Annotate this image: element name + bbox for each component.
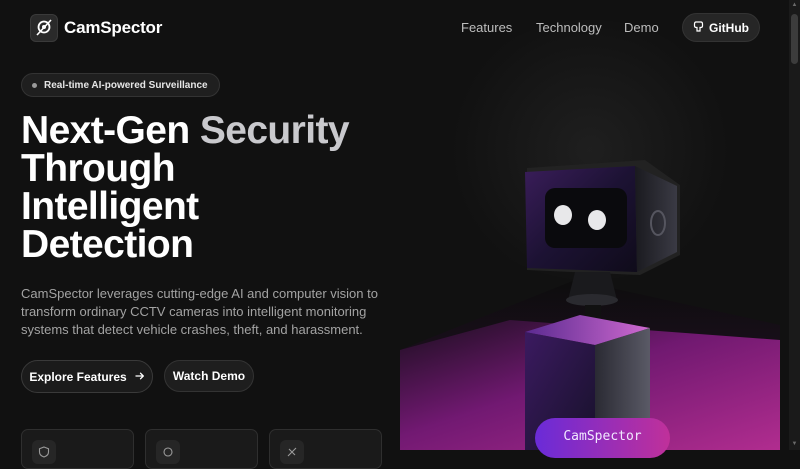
github-button[interactable]: GitHub	[682, 13, 760, 42]
headline-line-detection: Detection	[21, 223, 194, 266]
headline-line-intelligent: Intelligent	[21, 185, 199, 228]
arrow-right-icon	[135, 370, 145, 384]
pill-label: CamSpector	[563, 429, 642, 444]
nav-link-features[interactable]: Features	[461, 20, 512, 35]
explore-features-label: Explore Features	[29, 369, 127, 384]
shield-icon	[32, 440, 56, 464]
status-dot-icon	[32, 82, 37, 88]
scrollbar[interactable]: ▲ ▼	[789, 0, 800, 450]
feature-card[interactable]	[145, 429, 258, 469]
nav-link-technology[interactable]: Technology	[536, 20, 602, 35]
nav-link-demo[interactable]: Demo	[624, 20, 659, 35]
logo[interactable]: CamSpector	[30, 14, 162, 42]
headline-word-next-gen: Next-Gen	[21, 109, 190, 152]
scroll-down-arrow-icon[interactable]: ▼	[791, 441, 798, 448]
scroll-thumb[interactable]	[791, 14, 798, 64]
headline-line-through: Through	[21, 147, 176, 190]
headline-word-security: Security	[199, 109, 350, 152]
watch-demo-label: Watch Demo	[172, 369, 246, 383]
hero-badge: Real-time AI-powered Surveillance	[21, 73, 220, 97]
eye-icon	[156, 440, 180, 464]
explore-features-button[interactable]: Explore Features	[21, 360, 153, 393]
feature-card[interactable]	[21, 429, 134, 469]
watch-demo-button[interactable]: Watch Demo	[164, 360, 254, 392]
github-label: GitHub	[709, 20, 749, 35]
camspector-pill: CamSpector	[535, 418, 670, 458]
alert-icon	[280, 440, 304, 464]
badge-label: Real-time AI-powered Surveillance	[44, 79, 208, 91]
feature-card[interactable]	[269, 429, 382, 469]
github-icon	[693, 20, 704, 35]
camera-eye-icon	[30, 14, 58, 42]
robot-camera-illustration	[525, 160, 680, 450]
hero-description: CamSpector leverages cutting-edge AI and…	[21, 286, 378, 337]
logo-text: CamSpector	[64, 18, 163, 37]
scroll-up-arrow-icon[interactable]: ▲	[791, 2, 798, 9]
hero-headline: Next-Gen Security Through Intelligent De…	[21, 109, 350, 266]
